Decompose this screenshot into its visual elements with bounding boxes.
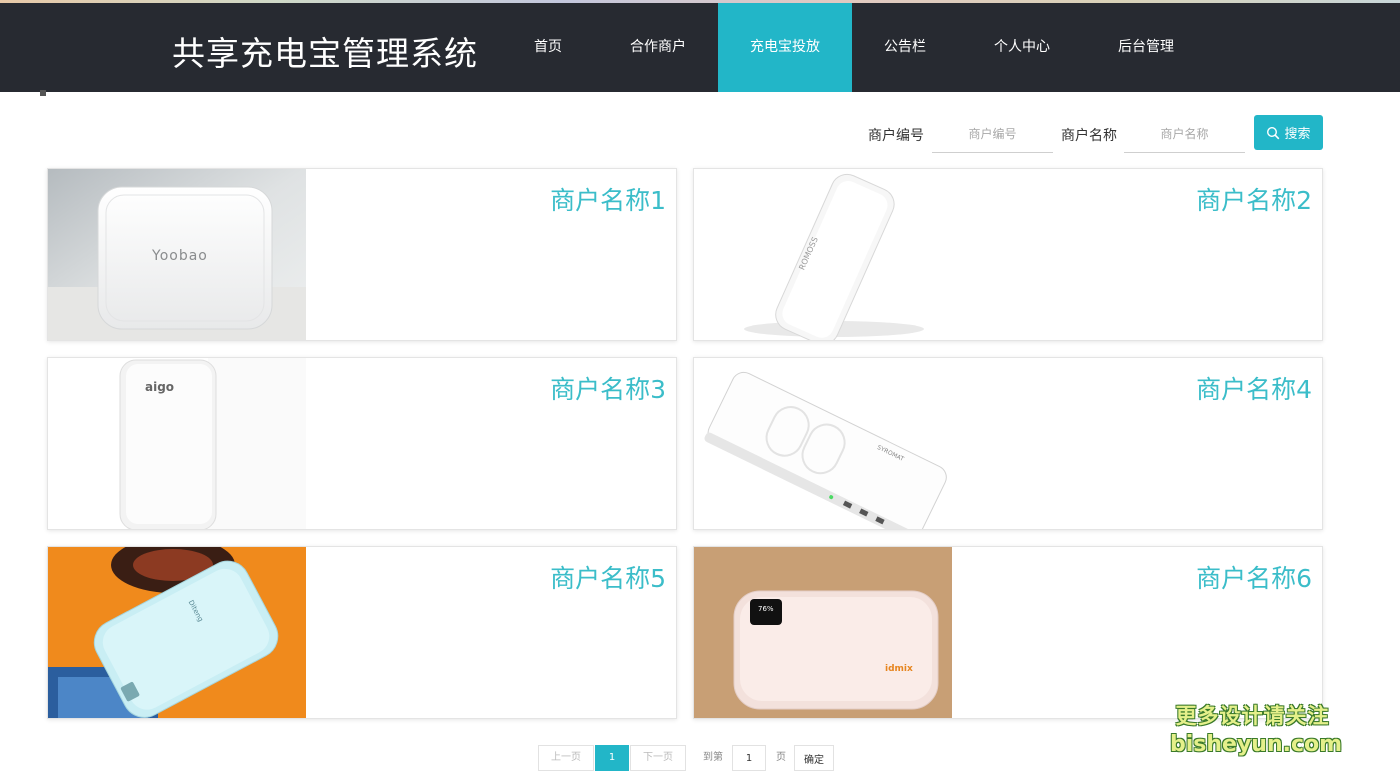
merchant-no-input[interactable]: [932, 115, 1053, 153]
powerbank-screen-text: 76%: [758, 605, 774, 613]
corner-decoration: [40, 90, 46, 96]
nav-item-admin[interactable]: 后台管理: [1108, 3, 1184, 92]
nav-item-merchants[interactable]: 合作商户: [618, 3, 698, 92]
nav-item-personal-center[interactable]: 个人中心: [984, 3, 1060, 92]
merchant-name: 商户名称4: [1196, 375, 1312, 404]
nav-item-powerbank-placement[interactable]: 充电宝投放: [718, 3, 852, 92]
merchant-name: 商户名称3: [550, 375, 666, 404]
site-title: 共享充电宝管理系统: [172, 34, 478, 73]
goto-page-input[interactable]: [732, 745, 766, 771]
goto-suffix: 页: [776, 752, 786, 763]
merchant-name: 商户名称6: [1196, 564, 1312, 593]
merchant-card[interactable]: SYROMAT 商户名称4: [693, 357, 1323, 530]
merchant-card-image: Diteng: [48, 547, 306, 718]
next-page-button[interactable]: 下一页: [630, 745, 686, 771]
nav-item-home[interactable]: 首页: [512, 3, 584, 92]
merchant-card[interactable]: Yoobao 商户名称1: [47, 168, 677, 341]
merchant-name: 商户名称5: [550, 564, 666, 593]
watermark-line2: bisheyun.com: [1170, 732, 1343, 757]
watermark-line1: 更多设计请关注: [1175, 704, 1330, 728]
merchant-card-image: ROMOSS: [694, 169, 952, 340]
prev-page-button[interactable]: 上一页: [538, 745, 594, 771]
merchant-card[interactable]: 76% idmix 商户名称6: [693, 546, 1323, 719]
goto-confirm-button[interactable]: 确定: [794, 745, 834, 771]
search-button[interactable]: 搜索: [1254, 115, 1323, 150]
merchant-card-image: Yoobao: [48, 169, 306, 340]
merchant-card[interactable]: Diteng 商户名称5: [47, 546, 677, 719]
powerbank-brand-text: Yoobao: [152, 248, 208, 264]
merchant-card[interactable]: ROMOSS 商户名称2: [693, 168, 1323, 341]
merchant-name-input[interactable]: [1124, 115, 1245, 153]
merchant-name-label: 商户名称: [1061, 128, 1117, 144]
merchant-name: 商户名称1: [550, 186, 666, 215]
page-number-current[interactable]: 1: [595, 745, 629, 771]
powerbank-brand-text: aigo: [145, 380, 175, 394]
watermark: 更多设计请关注 bisheyun.com: [1170, 700, 1343, 757]
nav-item-bulletin[interactable]: 公告栏: [872, 3, 938, 92]
merchant-card-image: SYROMAT: [694, 358, 952, 529]
merchant-card[interactable]: aigo 商户名称3: [47, 357, 677, 530]
merchant-no-label: 商户编号: [868, 128, 924, 144]
merchant-card-image: 76% idmix: [694, 547, 952, 718]
search-button-label: 搜索: [1284, 127, 1311, 142]
powerbank-brand-text: idmix: [885, 664, 913, 674]
merchant-name: 商户名称2: [1196, 186, 1312, 215]
search-icon: [1267, 126, 1280, 139]
goto-prefix: 到第: [703, 752, 723, 763]
merchant-card-image: aigo: [48, 358, 306, 529]
top-navbar: 共享充电宝管理系统 首页 合作商户 充电宝投放 公告栏 个人中心 后台管理: [0, 3, 1400, 92]
